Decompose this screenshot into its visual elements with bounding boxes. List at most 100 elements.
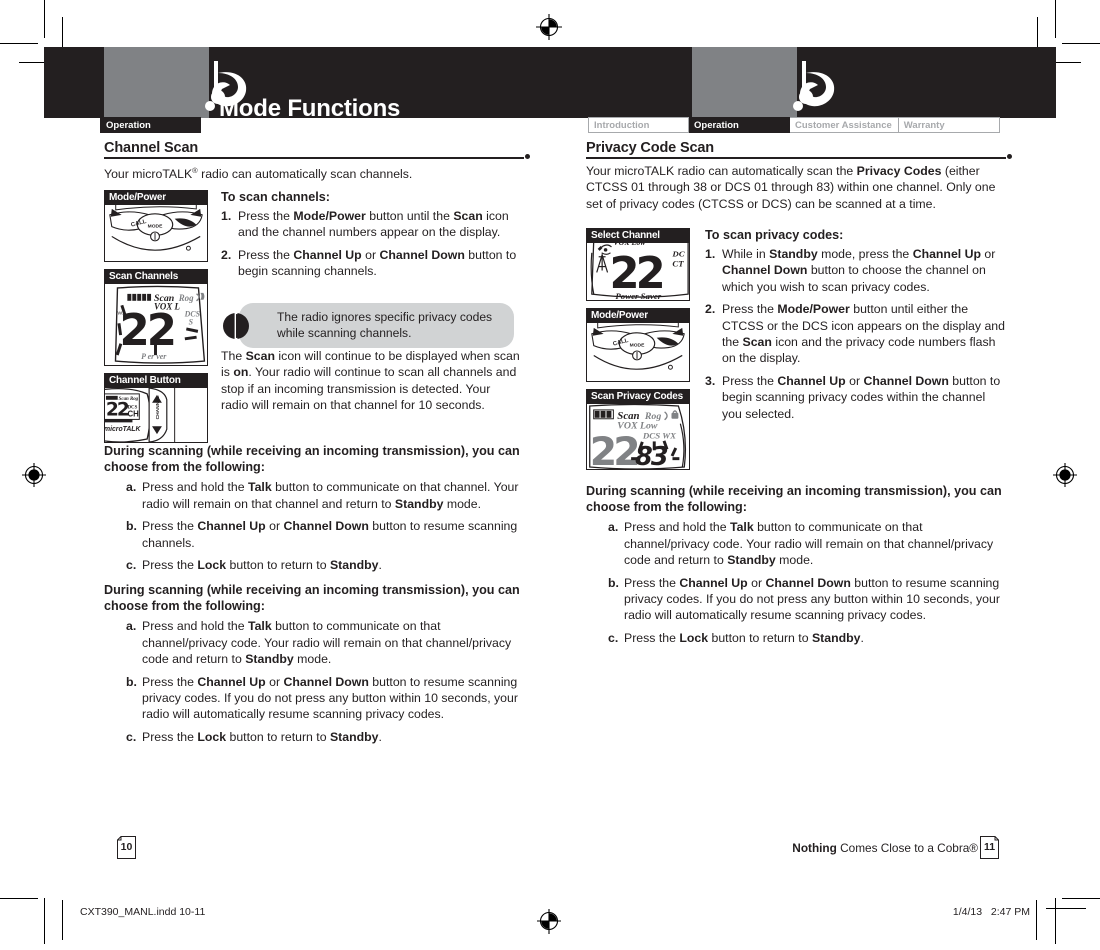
block-heading: During scanning (while receiving an inco… xyxy=(104,444,520,475)
page-number-right: 11 xyxy=(980,836,999,859)
crop-mark-print-div-right xyxy=(1036,900,1037,940)
alpha-list: a. Press and hold the Talk button to com… xyxy=(126,479,522,573)
step-number: 2. xyxy=(221,247,232,262)
left-note-callout-wrapper: The radio ignores specific privacy codes… xyxy=(223,303,514,349)
item-letter: b. xyxy=(126,519,137,534)
item-letter: b. xyxy=(126,674,137,689)
list-item: c. Press the Lock button to return to St… xyxy=(126,557,522,573)
svg-text:MODE: MODE xyxy=(148,224,163,230)
figure-caption: Scan Privacy Codes xyxy=(586,389,690,404)
item-letter: c. xyxy=(126,558,137,573)
svg-text:DCS WX: DCS WX xyxy=(642,430,677,440)
print-file-info: CXT390_MANL.indd 10-11 xyxy=(80,906,206,918)
figure-caption: Scan Channels xyxy=(104,269,208,284)
crop-mark-print-div-left xyxy=(62,900,63,940)
crop-mark-br-h xyxy=(1062,898,1100,899)
svg-text:Rog: Rog xyxy=(178,293,194,303)
left-body-paragraph: The Scan icon will continue to be displa… xyxy=(221,349,520,413)
svg-text:MODE: MODE xyxy=(630,343,645,349)
list-item: c. Press the Lock button to return to St… xyxy=(126,729,522,745)
figure-caption: Channel Button xyxy=(104,373,208,388)
svg-text:22: 22 xyxy=(590,429,637,469)
left-scan-block-2: During scanning (while receiving an inco… xyxy=(104,582,522,751)
item-letter: a. xyxy=(608,520,619,535)
lcd-display-scan-channels-icon: Scan Rog VOX L DCS S 22 WX P er ver xyxy=(104,284,208,366)
section-rule-right xyxy=(586,154,1012,159)
tab-customer-assistance[interactable]: Customer Assistance xyxy=(790,117,899,133)
lcd-display-select-channel-icon: VOX Low 22 DC CT xyxy=(586,243,690,301)
crop-mark-print-rule-right xyxy=(1046,908,1086,909)
figure-caption: Select Channel xyxy=(586,228,690,243)
page-number-value: 10 xyxy=(120,841,133,853)
registration-mark-left xyxy=(21,462,47,488)
right-section-intro: Your microTALK radio can automatically s… xyxy=(586,164,996,211)
crop-mark-tr2-v xyxy=(1037,17,1038,47)
list-item: a. Press and hold the Talk button to com… xyxy=(126,618,522,667)
block-heading: During scanning (while receiving an inco… xyxy=(586,484,1002,515)
registration-mark-bottom xyxy=(536,908,562,934)
left-instructions: To scan channels: 1. Press the Mode/Powe… xyxy=(221,190,521,286)
registration-mark-right xyxy=(1052,462,1078,488)
figure-mode-power-right: Mode/Power MODE CALL xyxy=(586,308,690,382)
item-text: Press the Lock button to return to Stand… xyxy=(142,729,382,744)
tagline-bold: Nothing xyxy=(792,841,837,855)
right-steps-list: 1. While in Standby mode, press the Chan… xyxy=(705,246,1005,422)
footer-tagline: Nothing Comes Close to a Cobra® xyxy=(792,841,978,855)
crop-mark-tl2-v xyxy=(62,17,63,47)
step-text: Press the Mode/Power button until either… xyxy=(722,302,1005,366)
right-page-column: Privacy Code Scan Your microTALK radio c… xyxy=(586,140,1012,218)
crop-mark-tr-h xyxy=(1062,43,1100,44)
crop-mark-tl-v xyxy=(44,0,45,38)
section-rule-left xyxy=(104,154,530,159)
item-text: Press the Lock button to return to Stand… xyxy=(142,558,382,573)
list-item: 1. While in Standby mode, press the Chan… xyxy=(705,246,1005,295)
svg-text:S: S xyxy=(189,318,194,327)
section-tabs-left: Operation xyxy=(100,117,201,133)
page-number-left: 10 xyxy=(117,836,136,859)
lcd-display-scan-privacy-codes-icon: Scan Rog VOX Low DCS WX 22 83 xyxy=(586,404,690,470)
item-letter: b. xyxy=(608,575,619,590)
tagline-rest: Comes Close to a Cobra® xyxy=(836,841,978,855)
crop-mark-tl-h xyxy=(0,43,38,44)
step-number: 1. xyxy=(705,247,716,261)
svg-text:DC: DC xyxy=(671,249,684,259)
svg-text:22: 22 xyxy=(106,399,129,420)
left-section-title: Channel Scan xyxy=(104,140,199,156)
list-item: c. Press the Lock button to return to St… xyxy=(608,630,1004,646)
info-circle-icon xyxy=(221,310,251,341)
item-text: Press the Channel Up or Channel Down but… xyxy=(142,674,518,722)
item-letter: c. xyxy=(608,630,619,645)
page-header-band xyxy=(44,47,1056,118)
step-number: 1. xyxy=(221,209,232,223)
radio-side-channel-button-icon: Scan Rog 22 DCS CH microTALK CHANNEL xyxy=(104,388,208,443)
list-item: a. Press and hold the Talk button to com… xyxy=(608,519,1004,568)
radio-keypad-photo-icon: MODE CALL xyxy=(586,323,690,382)
item-text: Press the Channel Up or Channel Down but… xyxy=(142,519,518,550)
right-instructions-heading: To scan privacy codes: xyxy=(705,228,844,242)
print-date: 1/4/13 xyxy=(952,906,983,918)
figure-caption: Mode/Power xyxy=(586,308,690,323)
figure-caption: Mode/Power xyxy=(104,190,208,205)
item-letter: c. xyxy=(126,729,137,744)
tab-operation-left[interactable]: Operation xyxy=(100,117,201,133)
crop-mark-br-v xyxy=(1055,898,1056,944)
right-section-title: Privacy Code Scan xyxy=(586,140,715,156)
right-figure-stack: Select Channel VOX Low xyxy=(586,228,690,477)
figure-mode-power-left: Mode/Power MODE CALL xyxy=(104,190,208,262)
print-time: 2:47 PM xyxy=(990,906,1030,918)
step-text: While in Standby mode, press the Channel… xyxy=(722,247,996,294)
tab-operation[interactable]: Operation xyxy=(689,117,790,133)
left-section-intro: Your microTALK® radio can automatically … xyxy=(104,166,413,182)
svg-text:22: 22 xyxy=(119,306,174,356)
note-text: The radio ignores specific privacy codes… xyxy=(277,310,493,340)
tab-warranty[interactable]: Warranty xyxy=(898,117,1000,133)
tab-introduction[interactable]: Introduction xyxy=(588,117,689,133)
svg-text:CH: CH xyxy=(128,409,140,418)
list-item: 1. Press the Mode/Power button until the… xyxy=(221,208,521,241)
item-text: Press and hold the Talk button to commun… xyxy=(142,480,519,511)
alpha-list: a. Press and hold the Talk button to com… xyxy=(608,519,1004,646)
step-text: Press the Channel Up or Channel Down but… xyxy=(722,373,1001,421)
svg-text:WX: WX xyxy=(117,311,126,317)
step-number: 3. xyxy=(705,373,716,388)
svg-text:VOX Low: VOX Low xyxy=(613,243,646,247)
